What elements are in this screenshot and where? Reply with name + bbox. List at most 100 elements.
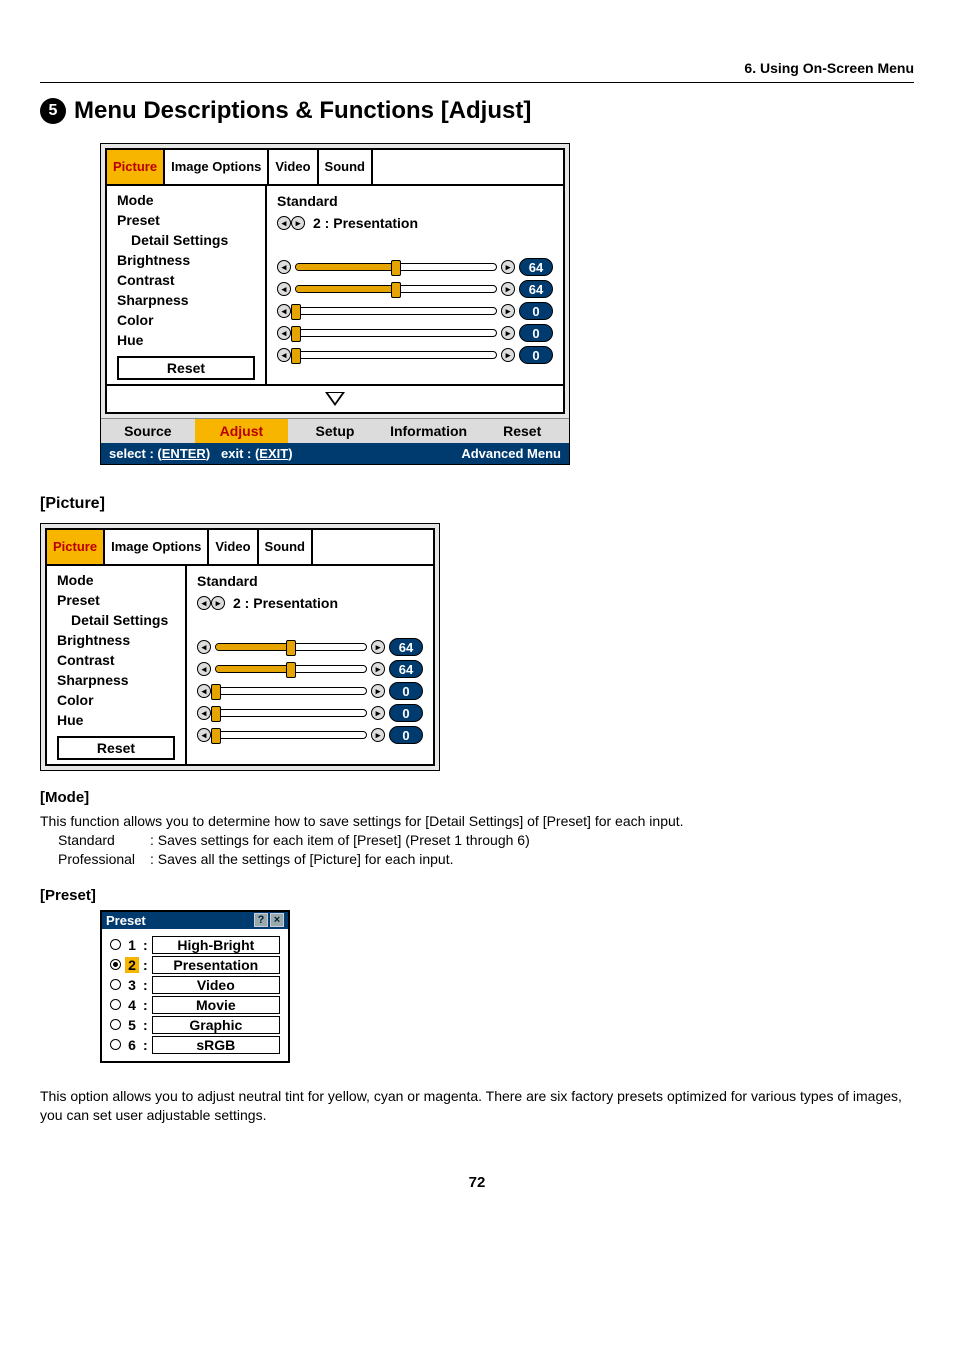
slider-sharpness[interactable]: ◂▸0 <box>197 680 423 702</box>
arrow-right-icon[interactable]: ▸ <box>371 684 385 698</box>
item-sharpness[interactable]: Sharpness <box>57 670 175 690</box>
slider-value: 0 <box>389 726 423 744</box>
arrow-left-icon[interactable]: ◂ <box>197 662 211 676</box>
slider-contrast[interactable]: ◂▸64 <box>277 278 553 300</box>
mode-heading: [Mode] <box>40 789 914 806</box>
preset-option-1[interactable]: 1:High-Bright <box>110 935 280 955</box>
tab-video[interactable]: Video <box>269 150 318 184</box>
arrow-right-icon[interactable]: ▸ <box>371 662 385 676</box>
slider-color[interactable]: ◂▸0 <box>277 322 553 344</box>
left-right-icon[interactable]: ◂▸ <box>197 596 225 610</box>
preset-label-button[interactable]: High-Bright <box>152 936 280 954</box>
arrow-right-icon[interactable]: ▸ <box>371 706 385 720</box>
arrow-left-icon[interactable]: ◂ <box>197 684 211 698</box>
bottom-tab-information[interactable]: Information <box>382 419 476 443</box>
slider-sharpness[interactable]: ◂▸0 <box>277 300 553 322</box>
item-sharpness[interactable]: Sharpness <box>117 290 255 310</box>
preset-label-button[interactable]: Graphic <box>152 1016 280 1034</box>
bottom-tab-reset[interactable]: Reset <box>475 419 569 443</box>
item-detail-settings[interactable]: Detail Settings <box>117 230 255 250</box>
arrow-right-icon[interactable]: ▸ <box>501 348 515 362</box>
arrow-left-icon[interactable]: ◂ <box>277 326 291 340</box>
item-hue[interactable]: Hue <box>57 710 175 730</box>
arrow-right-icon[interactable]: ▸ <box>501 260 515 274</box>
slider-color[interactable]: ◂▸0 <box>197 702 423 724</box>
help-icon[interactable]: ? <box>254 913 268 927</box>
preset-label-button[interactable]: Presentation <box>152 956 280 974</box>
item-color[interactable]: Color <box>57 690 175 710</box>
arrow-left-icon[interactable]: ◂ <box>277 282 291 296</box>
arrow-left-icon[interactable]: ◂ <box>197 706 211 720</box>
left-right-icon[interactable]: ◂▸ <box>277 216 305 230</box>
slider-hue[interactable]: ◂▸0 <box>277 344 553 366</box>
radio-icon[interactable] <box>110 1019 121 1030</box>
item-brightness[interactable]: Brightness <box>117 250 255 270</box>
osd-top-tabs-2: Picture Image Options Video Sound <box>47 530 433 566</box>
bottom-tab-adjust[interactable]: Adjust <box>195 419 289 443</box>
slider-contrast[interactable]: ◂▸64 <box>197 658 423 680</box>
slider-track[interactable] <box>295 329 497 337</box>
radio-icon[interactable] <box>110 979 121 990</box>
tab-image-options[interactable]: Image Options <box>105 530 209 564</box>
item-mode[interactable]: Mode <box>57 570 175 590</box>
item-color[interactable]: Color <box>117 310 255 330</box>
reset-button[interactable]: Reset <box>117 356 255 380</box>
arrow-left-icon[interactable]: ◂ <box>277 348 291 362</box>
slider-track[interactable] <box>215 731 367 739</box>
radio-icon[interactable] <box>110 959 121 970</box>
tab-sound[interactable]: Sound <box>259 530 313 564</box>
item-hue[interactable]: Hue <box>117 330 255 350</box>
slider-track[interactable] <box>215 643 367 651</box>
arrow-right-icon[interactable]: ▸ <box>501 326 515 340</box>
preset-label-button[interactable]: Movie <box>152 996 280 1014</box>
arrow-right-icon[interactable]: ▸ <box>501 304 515 318</box>
radio-icon[interactable] <box>110 1039 121 1050</box>
tab-picture[interactable]: Picture <box>47 530 105 564</box>
radio-icon[interactable] <box>110 999 121 1010</box>
tab-video[interactable]: Video <box>209 530 258 564</box>
slider-track[interactable] <box>215 665 367 673</box>
slider-brightness[interactable]: ◂▸64 <box>277 256 553 278</box>
item-contrast[interactable]: Contrast <box>117 270 255 290</box>
arrow-left-icon[interactable]: ◂ <box>197 728 211 742</box>
item-preset[interactable]: Preset <box>57 590 175 610</box>
item-contrast[interactable]: Contrast <box>57 650 175 670</box>
bottom-tab-source[interactable]: Source <box>101 419 195 443</box>
arrow-left-icon[interactable]: ◂ <box>277 304 291 318</box>
slider-track[interactable] <box>215 709 367 717</box>
mode-row-desc: : Saves all the settings of [Picture] fo… <box>150 850 454 869</box>
preset-label-button[interactable]: Video <box>152 976 280 994</box>
arrow-right-icon[interactable]: ▸ <box>501 282 515 296</box>
preset-option-3[interactable]: 3:Video <box>110 975 280 995</box>
preset-option-6[interactable]: 6:sRGB <box>110 1035 280 1055</box>
close-icon[interactable]: × <box>270 913 284 927</box>
slider-track[interactable] <box>215 687 367 695</box>
hint-exit-label: exit : <box>221 446 251 461</box>
tab-image-options[interactable]: Image Options <box>165 150 269 184</box>
bottom-tab-setup[interactable]: Setup <box>288 419 382 443</box>
preset-label-button[interactable]: sRGB <box>152 1036 280 1054</box>
arrow-right-icon[interactable]: ▸ <box>371 728 385 742</box>
osd-bottom-tabs: Source Adjust Setup Information Reset <box>101 418 569 443</box>
arrow-left-icon[interactable]: ◂ <box>197 640 211 654</box>
slider-track[interactable] <box>295 351 497 359</box>
arrow-right-icon[interactable]: ▸ <box>371 640 385 654</box>
preset-option-2[interactable]: 2:Presentation <box>110 955 280 975</box>
item-preset[interactable]: Preset <box>117 210 255 230</box>
reset-button[interactable]: Reset <box>57 736 175 760</box>
item-brightness[interactable]: Brightness <box>57 630 175 650</box>
item-mode[interactable]: Mode <box>117 190 255 210</box>
preset-option-5[interactable]: 5:Graphic <box>110 1015 280 1035</box>
slider-hue[interactable]: ◂ ▸ 0 <box>197 724 423 746</box>
preset-number: 4 <box>125 997 139 1013</box>
slider-track[interactable] <box>295 263 497 271</box>
item-detail-settings[interactable]: Detail Settings <box>57 610 175 630</box>
radio-icon[interactable] <box>110 939 121 950</box>
tab-picture[interactable]: Picture <box>107 150 165 184</box>
slider-track[interactable] <box>295 307 497 315</box>
preset-option-4[interactable]: 4:Movie <box>110 995 280 1015</box>
arrow-left-icon[interactable]: ◂ <box>277 260 291 274</box>
slider-track[interactable] <box>295 285 497 293</box>
tab-sound[interactable]: Sound <box>319 150 373 184</box>
slider-brightness[interactable]: ◂▸64 <box>197 636 423 658</box>
